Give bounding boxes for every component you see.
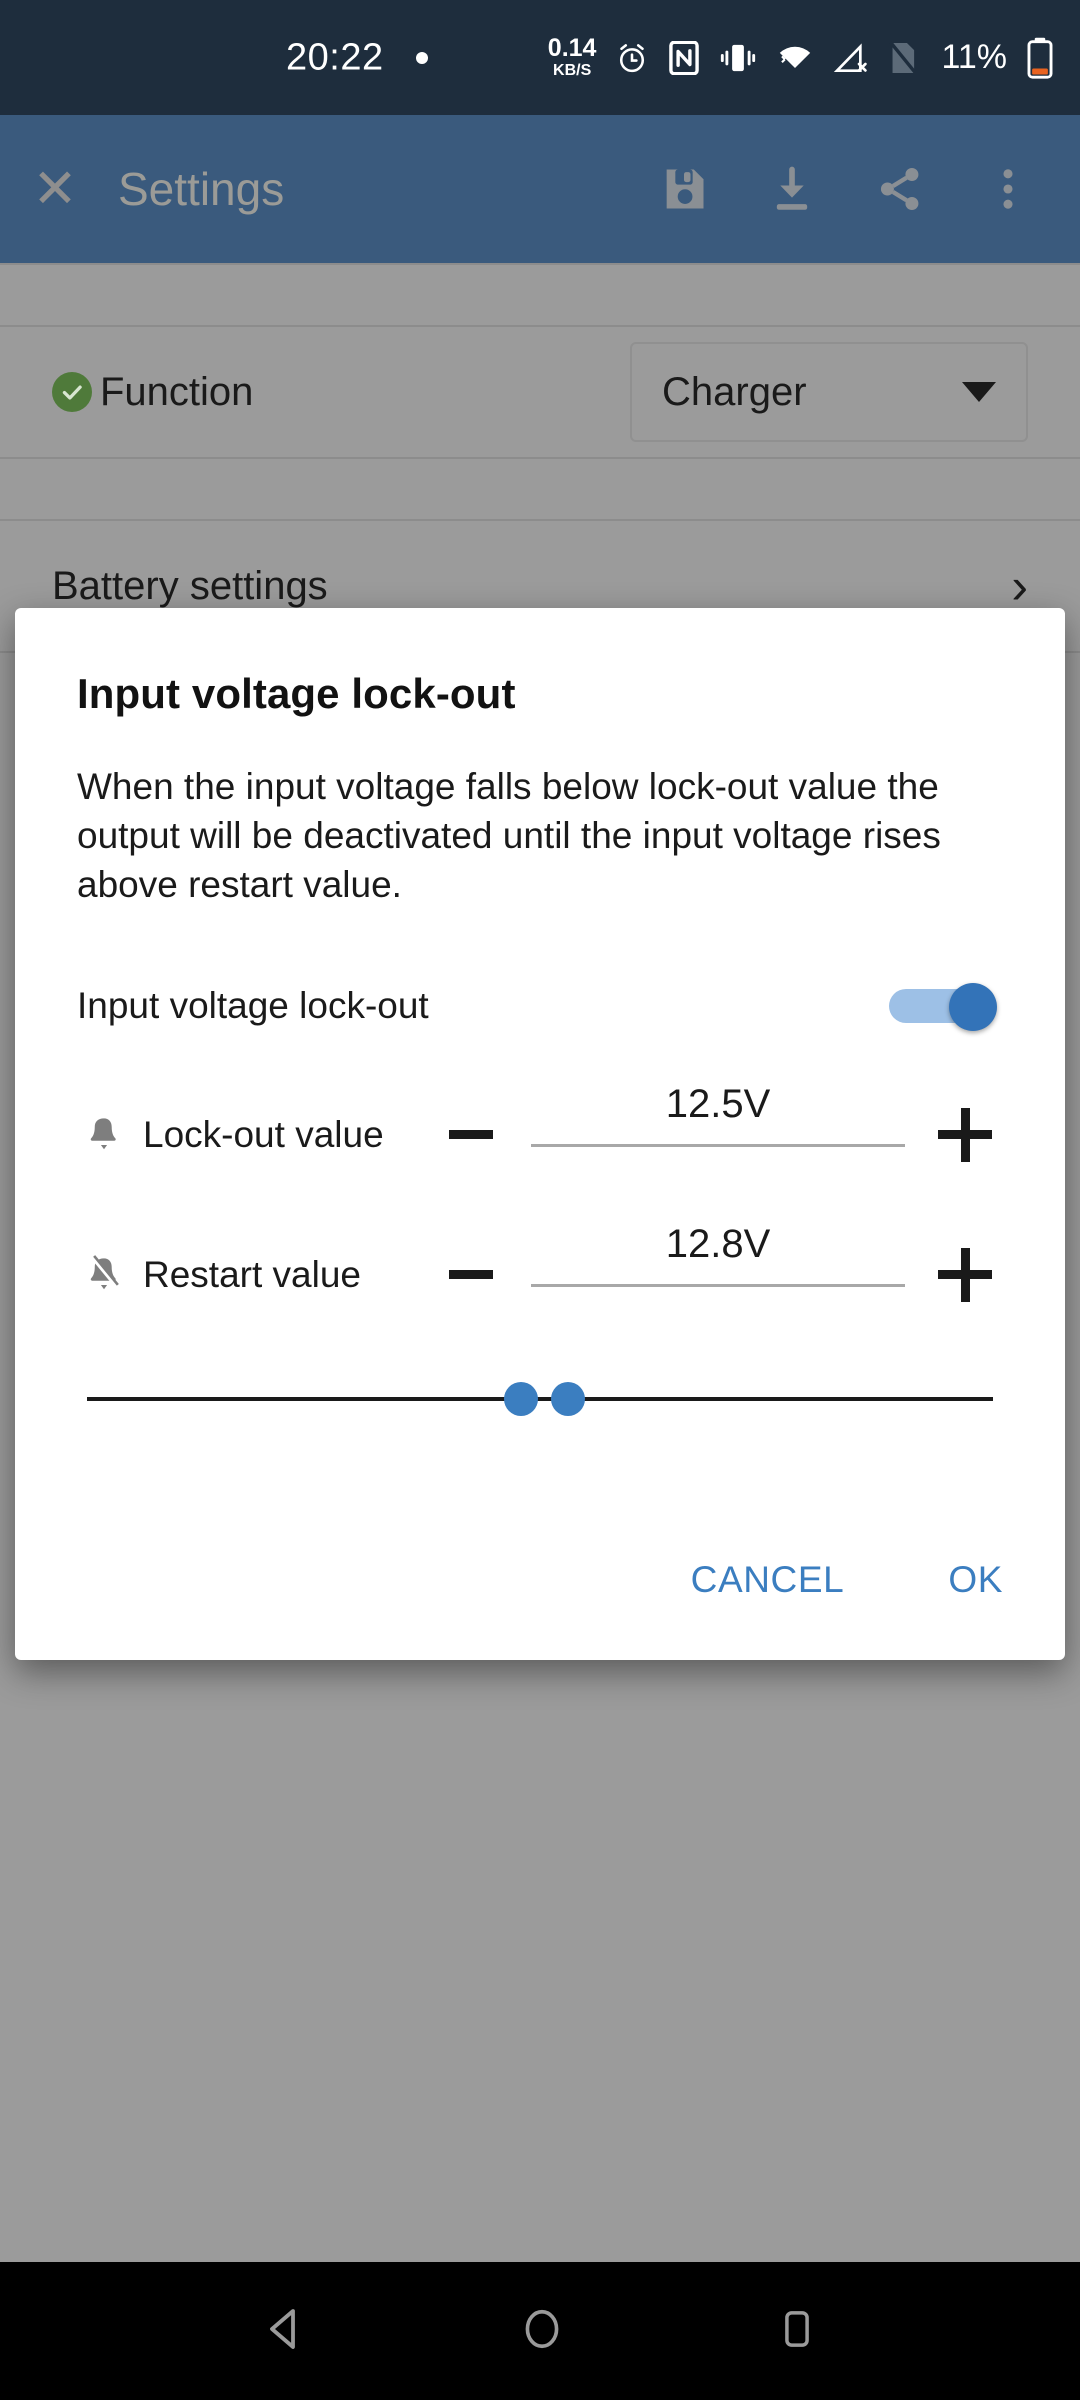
status-bar-clock: 20:22 — [286, 36, 384, 78]
recents-square-icon[interactable] — [775, 2307, 819, 2356]
chevron-down-icon — [962, 382, 996, 402]
bell-icon — [77, 1115, 131, 1155]
lockout-toggle-row[interactable]: Input voltage lock-out — [77, 958, 1003, 1054]
function-dropdown[interactable]: Charger — [630, 342, 1028, 442]
app-bar-actions — [630, 115, 1080, 263]
restart-value-field[interactable]: 12.8V — [531, 1222, 905, 1287]
no-signal-icon — [833, 42, 869, 74]
function-dropdown-value: Charger — [662, 369, 807, 414]
restart-decrement-button[interactable] — [433, 1270, 509, 1280]
input-voltage-lockout-dialog: Input voltage lock-out When the input vo… — [15, 608, 1065, 1660]
restart-value-stepper-row: Restart value 12.8V — [77, 1216, 1003, 1334]
share-icon[interactable] — [846, 115, 954, 263]
status-bar-icons: 0.14 KB/S 11% — [548, 0, 1054, 115]
check-circle-icon — [52, 372, 92, 412]
lockout-decrement-button[interactable] — [433, 1130, 509, 1140]
settings-row-label: Battery settings — [52, 563, 328, 608]
battery-percent-label: 11% — [941, 38, 1007, 76]
alarm-icon — [615, 41, 649, 75]
slider-thumb-low[interactable] — [504, 1381, 539, 1416]
save-icon[interactable] — [630, 115, 738, 263]
settings-row-function[interactable]: Function Charger — [0, 327, 1080, 457]
ok-button[interactable]: OK — [920, 1537, 1003, 1623]
lockout-toggle-label: Input voltage lock-out — [77, 984, 429, 1026]
lockout-value-label: Lock-out value — [143, 1113, 384, 1155]
wifi-icon — [776, 42, 814, 74]
dialog-title: Input voltage lock-out — [77, 670, 516, 717]
status-bar: 20:22 0.14 KB/S 11% — [0, 0, 1080, 115]
slider-thumb-high[interactable] — [550, 1381, 585, 1416]
dialog-actions: CANCEL OK — [15, 1500, 1065, 1660]
nfc-icon — [668, 40, 700, 75]
lockout-value-field[interactable]: 12.5V — [531, 1082, 905, 1147]
lockout-value-text: 12.5V — [665, 1081, 771, 1126]
sim-card-icon — [888, 40, 918, 75]
data-rate-indicator: 0.14 KB/S — [548, 36, 597, 79]
data-rate-value: 0.14 — [547, 34, 597, 62]
close-icon[interactable]: ✕ — [0, 162, 110, 216]
switch-thumb — [949, 982, 997, 1031]
vibrate-icon — [719, 41, 757, 75]
voltage-range-slider[interactable] — [77, 1334, 1003, 1464]
dialog-body-text: When the input voltage falls below lock-… — [77, 766, 941, 906]
overflow-menu-icon[interactable] — [954, 115, 1062, 263]
cancel-button[interactable]: CANCEL — [663, 1537, 873, 1623]
restart-value-text: 12.8V — [665, 1221, 771, 1266]
settings-row-label: Function — [100, 369, 254, 414]
lockout-value-stepper-row: Lock-out value 12.5V — [77, 1076, 1003, 1194]
app-bar: ✕ Settings — [0, 115, 1080, 263]
download-icon[interactable] — [738, 115, 846, 263]
battery-low-icon — [1026, 37, 1054, 79]
notification-dot-icon — [416, 51, 428, 64]
chevron-right-icon: › — [1011, 558, 1028, 614]
slider-track — [87, 1396, 993, 1401]
page-title: Settings — [118, 163, 285, 215]
back-triangle-icon[interactable] — [261, 2305, 309, 2358]
android-nav-bar — [0, 2262, 1080, 2400]
restart-value-label: Restart value — [143, 1253, 361, 1295]
home-circle-icon[interactable] — [519, 2306, 565, 2357]
data-rate-unit: KB/S — [553, 62, 592, 79]
lockout-toggle-switch[interactable] — [889, 982, 997, 1031]
bell-muted-icon — [77, 1254, 131, 1295]
